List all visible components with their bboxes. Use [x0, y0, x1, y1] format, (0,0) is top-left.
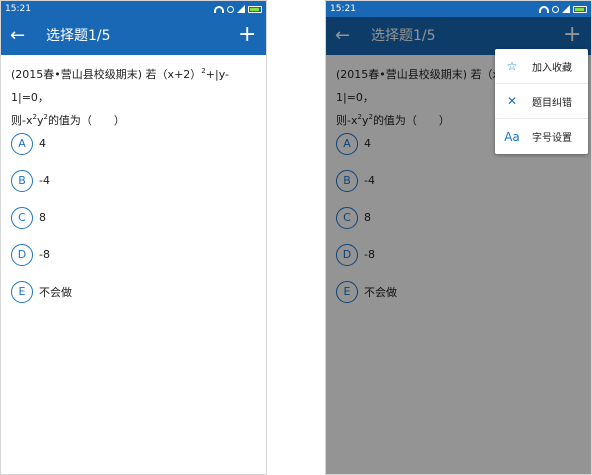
option-d[interactable]: D -8 [11, 236, 72, 273]
option-text: -8 [39, 248, 50, 261]
option-text: 8 [39, 211, 46, 224]
menu-item-label: 字号设置 [532, 133, 572, 144]
phone-screen-menu-open: 15:21 ← 选择题1/5 + (2015春•营山县校级期末) 若（x+2）2… [325, 0, 592, 475]
app-bar: ← 选择题1/5 + [1, 17, 266, 55]
close-icon: ✕ [506, 94, 518, 108]
option-letter-badge: C [11, 206, 33, 229]
battery-icon [573, 5, 587, 13]
question-content: (2015春•营山县校级期末) 若（x+2）2+|y-1|=0， 则-x2y2的… [1, 55, 266, 474]
question-line1-text: (2015春•营山县校级期末) 若（x+2） [11, 68, 202, 81]
status-time: 15:21 [330, 4, 356, 14]
option-a[interactable]: A4 [11, 125, 72, 162]
alarm-icon [227, 5, 234, 13]
menu-item-font-size[interactable]: Aa 字号设置 [495, 119, 588, 154]
plus-icon[interactable]: + [238, 23, 256, 47]
option-text: -4 [39, 174, 50, 187]
popup-menu: ☆ 加入收藏 ✕ 题目纠错 Aa 字号设置 [495, 49, 588, 154]
status-bar: 15:21 [326, 1, 591, 17]
back-arrow-icon[interactable]: ← [10, 25, 30, 47]
option-text: 4 [39, 137, 46, 150]
option-b[interactable]: B -4 [11, 162, 72, 199]
status-time: 15:21 [5, 4, 31, 14]
page-title: 选择题1/5 [46, 28, 111, 44]
status-bar: 15:21 [1, 1, 266, 17]
option-letter-badge: B [11, 169, 33, 192]
option-letter-badge: A [11, 132, 33, 155]
wifi-icon [214, 5, 224, 13]
menu-item-add-favorite[interactable]: ☆ 加入收藏 [495, 49, 588, 84]
menu-item-label: 题目纠错 [532, 97, 572, 109]
alarm-icon [552, 5, 559, 13]
star-icon: ☆ [506, 59, 518, 73]
signal-icon [562, 5, 570, 13]
menu-item-label: 加入收藏 [532, 62, 572, 74]
question-text: (2015春•营山县校级期末) 若（x+2）2+|y-1|=0， 则-x2y2的… [1, 55, 266, 128]
option-c[interactable]: C8 [11, 199, 72, 236]
battery-icon [248, 5, 262, 13]
options-list: A4 B -4 C8 D -8 E 不会做 [11, 125, 72, 310]
option-e[interactable]: E 不会做 [11, 273, 72, 310]
option-letter-badge: E [11, 280, 33, 303]
phone-screen-question: 15:21 ← 选择题1/5 + (2015春•营山县校级期末) 若（x+2）2… [0, 0, 267, 475]
signal-icon [237, 5, 245, 13]
wifi-icon [539, 5, 549, 13]
font-size-icon: Aa [504, 129, 520, 144]
option-letter-badge: D [11, 243, 33, 266]
menu-item-report-error[interactable]: ✕ 题目纠错 [495, 84, 588, 119]
option-text: 不会做 [39, 285, 72, 299]
